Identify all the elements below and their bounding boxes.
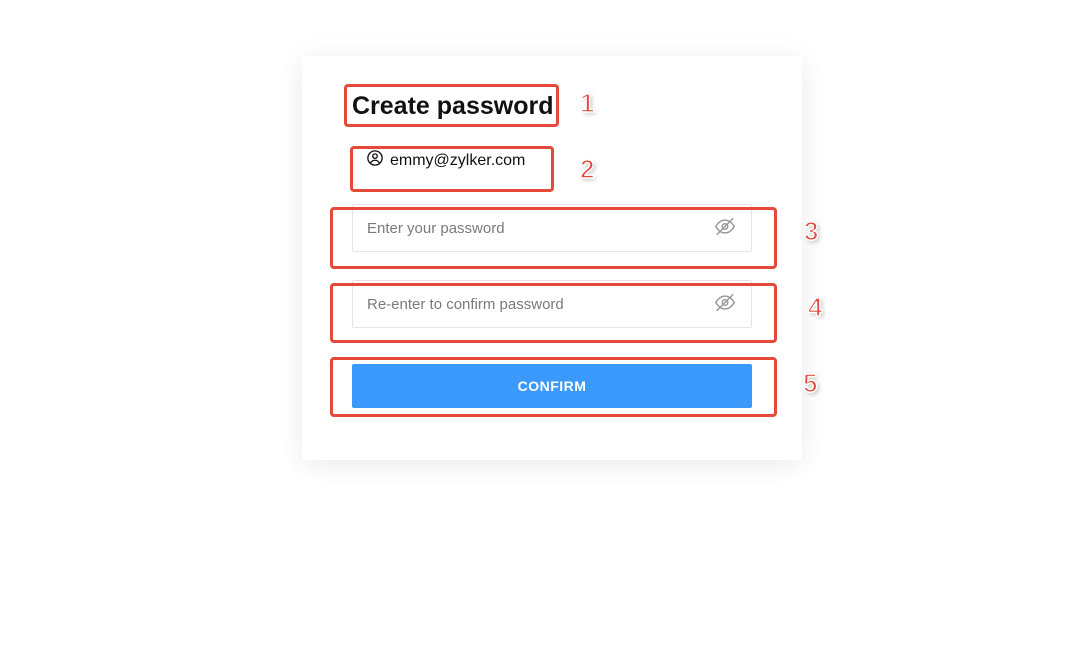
confirm-password-field-wrapper <box>352 280 752 328</box>
email-text: emmy@zylker.com <box>390 152 525 170</box>
annotation-number-5: 5 <box>803 368 817 399</box>
password-input[interactable] <box>352 204 752 252</box>
toggle-password-visibility[interactable] <box>708 210 742 247</box>
password-field-wrapper <box>352 204 752 252</box>
page-title: Create password <box>352 92 752 121</box>
email-display: emmy@zylker.com <box>366 149 525 172</box>
annotation-number-3: 3 <box>804 216 818 247</box>
eye-off-icon <box>714 292 736 317</box>
annotation-number-4: 4 <box>808 292 822 323</box>
confirm-button[interactable]: CONFIRM <box>352 364 752 408</box>
eye-off-icon <box>714 216 736 241</box>
confirm-password-input[interactable] <box>352 280 752 328</box>
toggle-confirm-password-visibility[interactable] <box>708 286 742 323</box>
user-icon <box>366 149 384 172</box>
create-password-card: Create password emmy@zylker.com <box>302 56 802 460</box>
